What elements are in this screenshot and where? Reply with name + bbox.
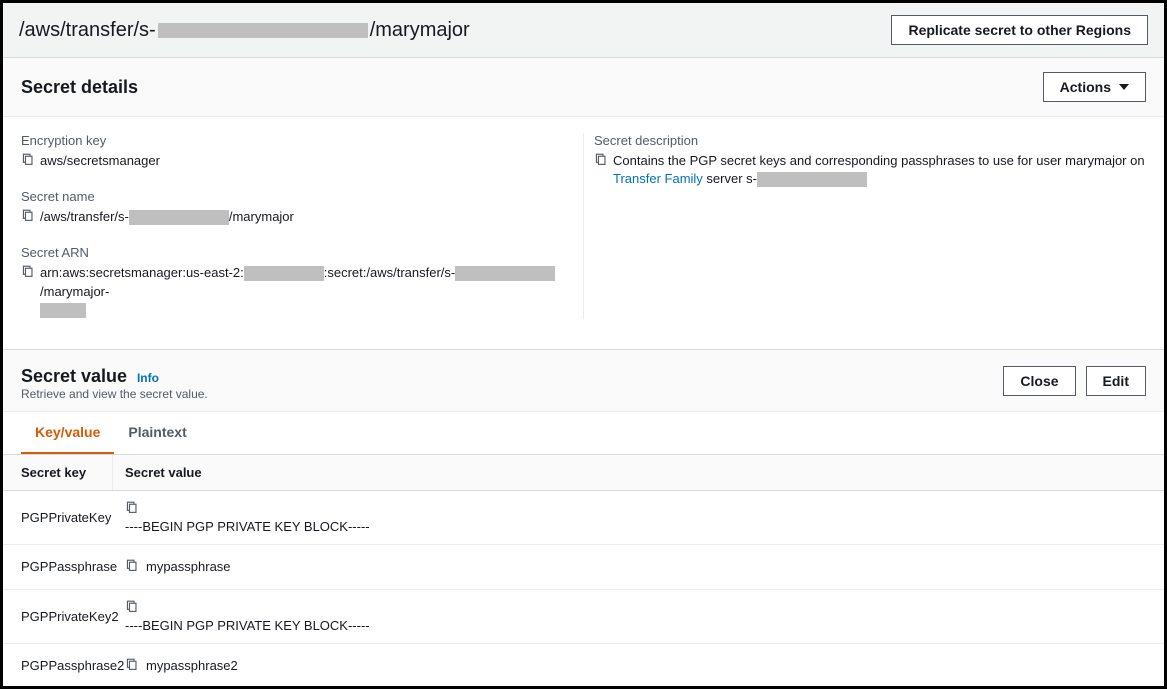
cell-secret-key: PGPPrivateKey bbox=[3, 491, 113, 544]
copy-icon[interactable] bbox=[125, 559, 138, 575]
column-secret-key: Secret key bbox=[3, 455, 113, 490]
redacted-suffix bbox=[40, 303, 86, 318]
secret-arn-label: Secret ARN bbox=[21, 245, 573, 260]
redacted-server-id bbox=[757, 172, 867, 187]
encryption-key-label: Encryption key bbox=[21, 133, 573, 148]
details-left-column: Encryption key aws/secretsmanager Secret… bbox=[21, 133, 573, 319]
cell-secret-key: PGPPrivateKey2 bbox=[3, 590, 113, 643]
secret-value-header-right: Close Edit bbox=[1003, 366, 1146, 396]
copy-icon[interactable] bbox=[125, 600, 138, 616]
caret-down-icon bbox=[1119, 84, 1129, 90]
tabs: Key/value Plaintext bbox=[3, 412, 1164, 455]
table-body: PGPPrivateKey ----BEGIN PGP PRIVATE KEY B… bbox=[3, 491, 1164, 689]
actions-button[interactable]: Actions bbox=[1043, 72, 1146, 102]
copy-icon[interactable] bbox=[21, 209, 34, 227]
secret-name-label: Secret name bbox=[21, 189, 573, 204]
cell-secret-key: PGPPassphrase2 bbox=[3, 644, 113, 688]
copy-icon[interactable] bbox=[21, 265, 34, 283]
secret-value-subtext: Retrieve and view the secret value. bbox=[21, 387, 208, 401]
breadcrumb-prefix: /aws/transfer/s- bbox=[19, 18, 156, 42]
value-text: mypassphrase bbox=[146, 559, 231, 574]
redacted-server-id bbox=[158, 23, 368, 38]
value-text: ----BEGIN PGP PRIVATE KEY BLOCK----- bbox=[125, 618, 370, 633]
close-button[interactable]: Close bbox=[1003, 366, 1075, 396]
page-header: /aws/transfer/s- /marymajor Replicate se… bbox=[3, 3, 1164, 57]
cell-secret-value: mypassphrase2 bbox=[113, 644, 1164, 688]
value-text: ----BEGIN PGP PRIVATE KEY BLOCK----- bbox=[125, 519, 370, 534]
transfer-family-link[interactable]: Transfer Family bbox=[613, 171, 703, 186]
secret-name-field: Secret name /aws/transfer/s-/marymajor bbox=[21, 189, 573, 227]
info-link[interactable]: Info bbox=[137, 371, 159, 385]
secret-details-title: Secret details bbox=[21, 77, 138, 98]
tab-plaintext[interactable]: Plaintext bbox=[114, 412, 200, 454]
copy-icon[interactable] bbox=[594, 153, 607, 171]
secret-details-section: Secret details Actions Encryption key aw… bbox=[3, 57, 1164, 349]
copy-icon[interactable] bbox=[125, 658, 138, 674]
secret-arn-field: Secret ARN arn:aws:secretsmanager:us-eas… bbox=[21, 245, 573, 319]
tab-key-value[interactable]: Key/value bbox=[21, 412, 114, 454]
copy-icon[interactable] bbox=[125, 501, 138, 517]
table-row: PGPPassphrase2 mypassphrase2 bbox=[3, 644, 1164, 689]
cell-secret-key: PGPPassphrase bbox=[3, 545, 113, 589]
secret-description-label: Secret description bbox=[594, 133, 1146, 148]
value-text: mypassphrase2 bbox=[146, 658, 238, 673]
secret-details-header: Secret details Actions bbox=[3, 58, 1164, 117]
copy-icon[interactable] bbox=[21, 153, 34, 171]
secret-description-field: Secret description Contains the PGP secr… bbox=[594, 133, 1146, 188]
encryption-key-field: Encryption key aws/secretsmanager bbox=[21, 133, 573, 171]
cell-secret-value: ----BEGIN PGP PRIVATE KEY BLOCK----- bbox=[113, 491, 1164, 544]
secret-details-body: Encryption key aws/secretsmanager Secret… bbox=[3, 117, 1164, 349]
redacted-server-id bbox=[455, 266, 555, 281]
redacted-server-id bbox=[129, 210, 229, 225]
replicate-button[interactable]: Replicate secret to other Regions bbox=[891, 15, 1148, 45]
details-right-column: Secret description Contains the PGP secr… bbox=[594, 133, 1146, 319]
table-row: PGPPrivateKey2 ----BEGIN PGP PRIVATE KEY … bbox=[3, 590, 1164, 644]
secret-value-header: Secret value Info Retrieve and view the … bbox=[3, 349, 1164, 412]
actions-label: Actions bbox=[1060, 79, 1111, 95]
cell-secret-value: mypassphrase bbox=[113, 545, 1164, 589]
breadcrumb: /aws/transfer/s- /marymajor bbox=[19, 18, 470, 42]
secret-value-header-left: Secret value Info Retrieve and view the … bbox=[21, 366, 208, 401]
encryption-key-value: aws/secretsmanager bbox=[40, 152, 160, 170]
secret-description-value: Contains the PGP secret keys and corresp… bbox=[613, 152, 1146, 188]
column-secret-value: Secret value bbox=[113, 455, 1164, 490]
breadcrumb-suffix: /marymajor bbox=[370, 18, 470, 42]
table-row: PGPPrivateKey ----BEGIN PGP PRIVATE KEY B… bbox=[3, 491, 1164, 545]
edit-button[interactable]: Edit bbox=[1086, 366, 1146, 396]
secret-value-title: Secret value bbox=[21, 366, 127, 386]
secret-name-value: /aws/transfer/s-/marymajor bbox=[40, 208, 294, 226]
column-divider bbox=[583, 133, 584, 319]
redacted-account-id bbox=[244, 266, 324, 281]
page-frame: /aws/transfer/s- /marymajor Replicate se… bbox=[0, 0, 1167, 689]
table-header: Secret key Secret value bbox=[3, 455, 1164, 491]
table-row: PGPPassphrase mypassphrase bbox=[3, 545, 1164, 590]
secret-arn-value: arn:aws:secretsmanager:us-east-2::secret… bbox=[40, 264, 573, 319]
cell-secret-value: ----BEGIN PGP PRIVATE KEY BLOCK----- bbox=[113, 590, 1164, 643]
